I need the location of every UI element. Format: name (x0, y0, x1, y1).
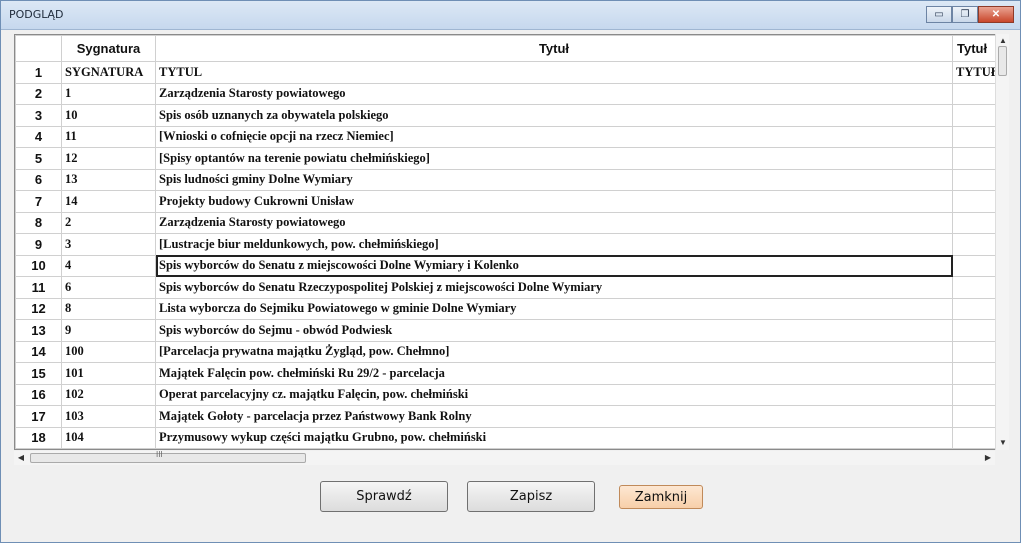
scroll-right-icon[interactable]: ▶ (981, 451, 995, 465)
scroll-left-icon[interactable]: ◀ (14, 451, 28, 465)
row-number[interactable]: 2 (15, 82, 62, 105)
table-row[interactable]: 9 3 [Lustracje biur meldunkowych, pow. che… (15, 233, 1008, 256)
table-row[interactable]: 16 102 Operat parcelacyjny cz. majątku Fal… (15, 383, 1008, 406)
cell-sygnatura[interactable]: 103 (61, 405, 156, 428)
cell-sygnatura[interactable]: 4 (61, 254, 156, 277)
cell-tytul[interactable]: Spis ludności gminy Dolne Wymiary (155, 168, 953, 191)
table-row[interactable]: 3 10 Spis osób uznanych za obywatela polsk… (15, 104, 1008, 127)
vertical-scroll-thumb[interactable] (998, 46, 1007, 76)
cell-sygnatura[interactable]: 2 (61, 211, 156, 234)
cell-tytul[interactable]: [Lustracje biur meldunkowych, pow. chełm… (155, 233, 953, 256)
vertical-scrollbar[interactable]: ▲ ▼ (995, 34, 1009, 450)
cell-sygnatura[interactable]: 14 (61, 190, 156, 213)
cell-sygnatura[interactable]: 100 (61, 340, 156, 363)
cell-tytul[interactable]: Spis osób uznanych za obywatela polskieg… (155, 104, 953, 127)
minimize-button[interactable]: ▭ (926, 6, 952, 23)
table-row[interactable]: 8 2 Zarządzenia Starosty powiatowego (15, 211, 1008, 234)
row-number[interactable]: 1 (15, 61, 62, 84)
row-number[interactable]: 7 (15, 190, 62, 213)
table-row[interactable]: 12 8 Lista wyborcza do Sejmiku Powiatowego… (15, 297, 1008, 320)
cell-sygnatura[interactable]: 6 (61, 276, 156, 299)
cell-sygnatura[interactable]: 10 (61, 104, 156, 127)
cell-tytul[interactable]: Spis wyborców do Senatu Rzeczypospolitej… (155, 276, 953, 299)
cell-sygnatura[interactable]: 3 (61, 233, 156, 256)
row-number[interactable]: 5 (15, 147, 62, 170)
cell-sygnatura[interactable]: 1 (61, 82, 156, 105)
cell-sygnatura[interactable]: 13 (61, 168, 156, 191)
row-number[interactable]: 3 (15, 104, 62, 127)
cell-tytul[interactable]: Majątek Falęcin pow. chełmiński Ru 29/2 … (155, 362, 953, 385)
cell-sygnatura[interactable]: 9 (61, 319, 156, 342)
preview-window: PODGLĄD ▭ ❐ ✕ Sygnatura Tytuł Tytuł 1 SYG… (0, 0, 1021, 543)
scroll-grip: III (156, 450, 163, 459)
row-number[interactable]: 12 (15, 297, 62, 320)
cell-sygnatura[interactable]: 104 (61, 426, 156, 449)
close-window-button[interactable]: ✕ (978, 6, 1014, 23)
row-number[interactable]: 4 (15, 125, 62, 148)
table-row[interactable]: 7 14 Projekty budowy Cukrowni Unisław (15, 190, 1008, 213)
cell-tytul[interactable]: Spis wyborców do Senatu z miejscowości D… (155, 254, 953, 277)
cell-sygnatura[interactable]: 102 (61, 383, 156, 406)
cell-tytul[interactable]: Majątek Gołoty - parcelacja przez Państw… (155, 405, 953, 428)
table-row[interactable]: 15 101 Majątek Falęcin pow. chełmiński Ru … (15, 362, 1008, 385)
cell-tytul[interactable]: Spis wyborców do Sejmu - obwód Podwiesk (155, 319, 953, 342)
row-number[interactable]: 9 (15, 233, 62, 256)
table-row[interactable]: 14 100 [Parcelacja prywatna majątku Żygląd… (15, 340, 1008, 363)
scroll-down-icon[interactable]: ▼ (996, 436, 1010, 450)
cell-tytul[interactable]: Zarządzenia Starosty powiatowego (155, 82, 953, 105)
restore-button[interactable]: ❐ (952, 6, 978, 23)
cell-tytul[interactable]: Operat parcelacyjny cz. majątku Falęcin,… (155, 383, 953, 406)
table-row[interactable]: 6 13 Spis ludności gminy Dolne Wymiary (15, 168, 1008, 191)
cell-sygnatura[interactable]: 12 (61, 147, 156, 170)
row-number[interactable]: 6 (15, 168, 62, 191)
cell-tytul[interactable]: Przymusowy wykup części majątku Grubno, … (155, 426, 953, 449)
table-row[interactable]: 11 6 Spis wyborców do Senatu Rzeczypospoli… (15, 276, 1008, 299)
horizontal-scroll-thumb[interactable] (30, 453, 306, 463)
table-row[interactable]: 17 103 Majątek Gołoty - parcelacja przez P… (15, 405, 1008, 428)
table-row[interactable]: 13 9 Spis wyborców do Sejmu - obwód Podwie… (15, 319, 1008, 342)
cell-sygnatura[interactable]: 101 (61, 362, 156, 385)
column-header-sygnatura[interactable]: Sygnatura (61, 35, 156, 62)
check-button[interactable]: Sprawdź (320, 481, 448, 512)
cell-tytul[interactable]: Zarządzenia Starosty powiatowego (155, 211, 953, 234)
corner-header[interactable] (15, 35, 62, 62)
save-button[interactable]: Zapisz (467, 481, 595, 512)
cell-tytul[interactable]: TYTUL (155, 61, 953, 84)
row-number[interactable]: 15 (15, 362, 62, 385)
row-number[interactable]: 16 (15, 383, 62, 406)
row-number[interactable]: 10 (15, 254, 62, 277)
row-number[interactable]: 17 (15, 405, 62, 428)
table-row[interactable]: 4 11 [Wnioski o cofnięcie opcji na rzecz N… (15, 125, 1008, 148)
column-header-tytul[interactable]: Tytuł (155, 35, 953, 62)
table-row[interactable]: 18 104 Przymusowy wykup części majątku Gru… (15, 426, 1008, 449)
row-number[interactable]: 8 (15, 211, 62, 234)
row-number[interactable]: 14 (15, 340, 62, 363)
cell-sygnatura[interactable]: 11 (61, 125, 156, 148)
window-title: PODGLĄD (9, 8, 64, 21)
cell-tytul[interactable]: [Wnioski o cofnięcie opcji na rzecz Niem… (155, 125, 953, 148)
title-bar[interactable]: PODGLĄD ▭ ❐ ✕ (1, 1, 1020, 30)
table-row[interactable]: 1 SYGNATURA TYTUL TYTUŁ (15, 61, 1008, 84)
close-button[interactable]: Zamknij (619, 485, 703, 509)
table-row[interactable]: 2 1 Zarządzenia Starosty powiatowego (15, 82, 1008, 105)
table-row[interactable]: 5 12 [Spisy optantów na terenie powiatu ch… (15, 147, 1008, 170)
data-grid[interactable]: Sygnatura Tytuł Tytuł 1 SYGNATURA TYTUL TYT… (14, 34, 1009, 450)
cell-tytul[interactable]: [Spisy optantów na terenie powiatu chełm… (155, 147, 953, 170)
row-number[interactable]: 13 (15, 319, 62, 342)
cell-tytul[interactable]: Projekty budowy Cukrowni Unisław (155, 190, 953, 213)
row-number[interactable]: 11 (15, 276, 62, 299)
cell-sygnatura[interactable]: SYGNATURA (61, 61, 156, 84)
cell-tytul[interactable]: [Parcelacja prywatna majątku Żygląd, pow… (155, 340, 953, 363)
window-controls: ▭ ❐ ✕ (926, 6, 1014, 24)
row-number[interactable]: 18 (15, 426, 62, 449)
header-row: Sygnatura Tytuł Tytuł (15, 35, 1008, 62)
horizontal-scrollbar[interactable]: ◀ III ▶ (14, 450, 995, 465)
table-row[interactable]: 10 4 Spis wyborców do Senatu z miejscowośc… (15, 254, 1008, 277)
cell-sygnatura[interactable]: 8 (61, 297, 156, 320)
grid-table: Sygnatura Tytuł Tytuł 1 SYGNATURA TYTUL TYT… (15, 35, 1008, 449)
cell-tytul[interactable]: Lista wyborcza do Sejmiku Powiatowego w … (155, 297, 953, 320)
